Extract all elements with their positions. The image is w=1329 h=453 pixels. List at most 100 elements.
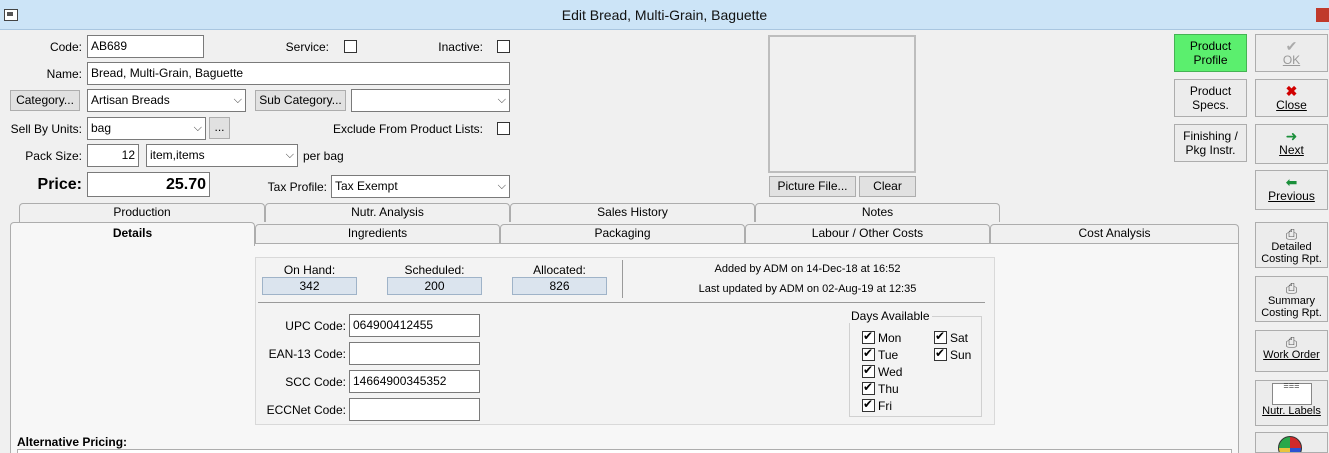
added-by-text: Added by ADM on 14-Dec-18 at 16:52: [714, 263, 901, 275]
category-select[interactable]: Artisan Breads ⌵: [87, 89, 246, 112]
window-close-icon[interactable]: [1316, 8, 1329, 22]
name-input[interactable]: Bread, Multi-Grain, Baguette: [87, 62, 510, 85]
day-tue-label: Tue: [878, 348, 899, 362]
day-mon-label: Mon: [878, 331, 902, 345]
tab-cost-analysis[interactable]: Cost Analysis: [990, 224, 1239, 243]
allocated-label: Allocated:: [533, 263, 586, 277]
tax-profile-value: Tax Exempt: [335, 179, 398, 193]
work-order-button[interactable]: ⎙ Work Order: [1255, 330, 1328, 372]
ok-button[interactable]: ✔ OK: [1255, 34, 1328, 72]
eccnet-input[interactable]: [349, 398, 480, 421]
tab-details[interactable]: Details: [10, 222, 255, 246]
sell-by-value: bag: [91, 121, 112, 135]
upc-input[interactable]: 064900412455: [349, 314, 480, 337]
nutr-labels-label: Nutr. Labels: [1262, 405, 1321, 417]
ok-label: OK: [1282, 53, 1301, 67]
checkmark-icon: ✔: [1285, 38, 1298, 54]
day-mon-checkbox[interactable]: [862, 329, 875, 344]
tax-profile-select[interactable]: Tax Exempt ⌵: [331, 175, 510, 198]
tab-sales-history[interactable]: Sales History: [510, 203, 755, 222]
detailed-costing-label: Detailed Costing Rpt.: [1261, 241, 1322, 265]
day-fri-checkbox[interactable]: [862, 397, 875, 412]
day-wed-checkbox[interactable]: [862, 363, 875, 378]
scheduled-label: Scheduled:: [404, 263, 465, 277]
subcategory-button[interactable]: Sub Category...: [255, 90, 346, 111]
window-title: Edit Bread, Multi-Grain, Baguette: [561, 7, 768, 23]
tab-production[interactable]: Production: [19, 203, 265, 222]
day-thu-label: Thu: [878, 382, 899, 396]
day-sat-label: Sat: [950, 331, 969, 345]
sell-by-select[interactable]: bag ⌵: [87, 117, 206, 140]
scheduled-value: 200: [387, 277, 482, 295]
alternative-pricing-label: Alternative Pricing:: [17, 435, 128, 449]
detailed-costing-button[interactable]: ⎙ Detailed Costing Rpt.: [1255, 222, 1328, 268]
ean13-label: EAN-13 Code:: [268, 347, 346, 361]
alternative-pricing-grid[interactable]: [17, 449, 1232, 453]
category-button[interactable]: Category...: [10, 90, 80, 111]
scc-input[interactable]: 14664900345352: [349, 370, 480, 393]
summary-costing-button[interactable]: ⎙ Summary Costing Rpt.: [1255, 276, 1328, 322]
day-wed-label: Wed: [878, 365, 903, 379]
next-arrow-icon: ➜: [1285, 128, 1298, 144]
subcategory-select[interactable]: ⌵: [351, 89, 510, 112]
nutrition-label-icon: ☰☰☰: [1271, 383, 1312, 405]
category-value: Artisan Breads: [91, 93, 170, 107]
chevron-down-icon: ⌵: [285, 149, 294, 161]
next-button[interactable]: ➜ Next: [1255, 124, 1328, 164]
day-fri-label: Fri: [878, 399, 892, 413]
tab-notes[interactable]: Notes: [755, 203, 1000, 222]
printer-icon: ⎙: [1285, 226, 1298, 242]
tab-packaging[interactable]: Packaging: [500, 224, 745, 243]
title-bar: Edit Bread, Multi-Grain, Baguette: [0, 0, 1329, 30]
previous-label: Previous: [1268, 189, 1315, 203]
exclude-label: Exclude From Product Lists:: [332, 122, 483, 136]
exclude-checkbox[interactable]: [497, 122, 510, 135]
code-input[interactable]: AB689: [87, 35, 204, 58]
day-tue-checkbox[interactable]: [862, 346, 875, 361]
work-order-label: Work Order: [1263, 349, 1320, 361]
picture-clear-button[interactable]: Clear: [859, 176, 916, 197]
sell-by-ellipsis-button[interactable]: ...: [209, 117, 230, 139]
close-button[interactable]: ✖ Close: [1255, 79, 1328, 117]
updated-by-text: Last updated by ADM on 02-Aug-19 at 12:3…: [698, 283, 917, 295]
nutr-labels-button[interactable]: ☰☰☰ Nutr. Labels: [1255, 380, 1328, 426]
day-sun-label: Sun: [950, 348, 972, 362]
price-input[interactable]: 25.70: [87, 172, 210, 197]
chevron-down-icon: ⌵: [497, 94, 506, 106]
tab-labour-other-costs[interactable]: Labour / Other Costs: [745, 224, 990, 243]
upc-label: UPC Code:: [285, 319, 346, 333]
sell-by-label: Sell By Units:: [10, 122, 82, 136]
stats-divider: [622, 260, 623, 298]
picture-file-button[interactable]: Picture File...: [769, 176, 856, 197]
next-label: Next: [1279, 143, 1304, 157]
per-bag-label: per bag: [303, 149, 344, 163]
tab-nutr-analysis[interactable]: Nutr. Analysis: [265, 203, 510, 222]
pack-unit-select[interactable]: item,items ⌵: [146, 144, 298, 167]
product-picture: [768, 35, 916, 173]
ean13-input[interactable]: [349, 342, 480, 365]
tax-profile-label: Tax Profile:: [267, 180, 327, 194]
day-thu-checkbox[interactable]: [862, 380, 875, 395]
product-profile-button[interactable]: Product Profile: [1174, 34, 1247, 72]
product-specs-button[interactable]: Product Specs.: [1174, 79, 1247, 117]
finishing-pkg-button[interactable]: Finishing / Pkg Instr.: [1174, 124, 1247, 162]
details-divider: [258, 302, 985, 303]
previous-button[interactable]: ⬅ Previous: [1255, 170, 1328, 210]
close-label: Close: [1276, 98, 1307, 112]
service-checkbox[interactable]: [344, 40, 357, 53]
eccnet-label: ECCNet Code:: [266, 403, 346, 417]
tab-ingredients[interactable]: Ingredients: [255, 224, 500, 243]
day-sun-checkbox[interactable]: [934, 346, 947, 361]
allocated-value: 826: [512, 277, 607, 295]
chevron-down-icon: ⌵: [193, 122, 202, 134]
pie-chart-icon: [1278, 436, 1302, 452]
inactive-checkbox[interactable]: [497, 40, 510, 53]
on-hand-value: 342: [262, 277, 357, 295]
pack-size-label: Pack Size:: [25, 149, 82, 163]
day-sat-checkbox[interactable]: [934, 329, 947, 344]
scc-label: SCC Code:: [285, 375, 346, 389]
pack-size-input[interactable]: 12: [87, 144, 139, 167]
code-label: Code:: [49, 40, 82, 54]
service-label: Service:: [285, 40, 329, 54]
cost-chart-button[interactable]: [1255, 432, 1328, 453]
